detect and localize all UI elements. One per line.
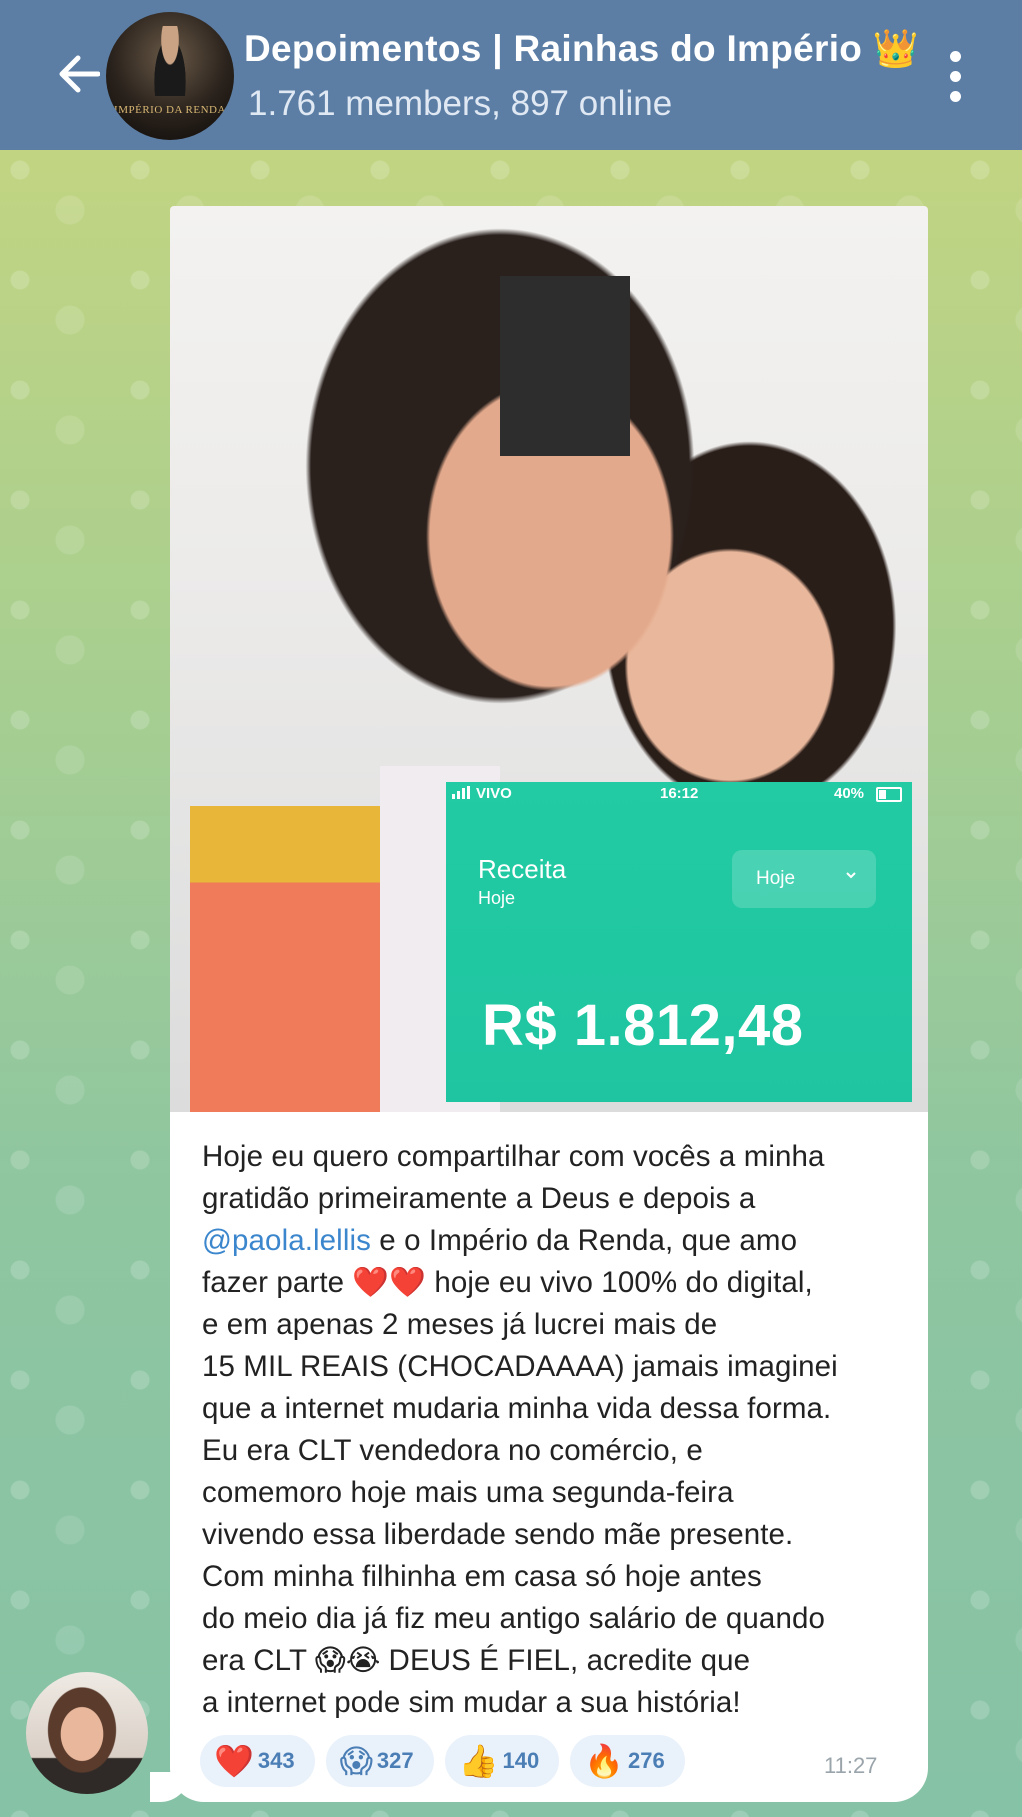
period-select: Hoje <box>732 850 876 908</box>
message-line: era CLT 😱😭 DEUS É FIEL, acredite que <box>202 1644 751 1677</box>
reaction-count: 276 <box>628 1748 665 1773</box>
reactions-bar: ❤️ 343 😱 327 👍 140 🔥 276 <box>200 1735 685 1787</box>
revenue-title: Receita <box>478 854 567 884</box>
scream-face-icon: 😱 <box>339 1743 373 1779</box>
back-button[interactable] <box>48 44 108 104</box>
signal-icon <box>452 786 470 799</box>
message-line: a internet pode sim mudar a sua história… <box>202 1686 741 1719</box>
message-line: e em apenas 2 meses já lucrei mais de <box>202 1308 718 1341</box>
more-options-button[interactable] <box>940 46 970 106</box>
message-line: 15 MIL REAIS (CHOCADAAAA) jamais imagine… <box>202 1350 838 1383</box>
period-select-value: Hoje <box>756 868 796 889</box>
message-line: comemoro hoje mais uma segunda-feira <box>202 1476 734 1509</box>
revenue-subtitle: Hoje <box>478 888 516 908</box>
group-member-count: 1.761 members, 897 online <box>248 84 673 123</box>
battery-percent: 40% <box>834 785 865 802</box>
mention-link[interactable]: @paola.lellis <box>202 1224 371 1257</box>
group-title[interactable]: Depoimentos | Rainhas do Império 👑 <box>244 28 919 71</box>
reaction-count: 140 <box>502 1748 540 1773</box>
message-text: Hoje eu quero compartilhar com vocês a m… <box>202 1136 920 1724</box>
revenue-screenshot: VIVO 16:12 40% Receita Hoje Hoje R$ 1.81… <box>446 782 912 1102</box>
photo-background-monitor <box>500 276 630 456</box>
message-line-rest: e o Império da Renda, que amo <box>371 1224 798 1257</box>
reaction-thumbs-up[interactable]: 👍 140 <box>444 1735 560 1787</box>
thumbs-up-icon: 👍 <box>458 1743 499 1779</box>
more-vertical-icon-dot <box>949 90 961 102</box>
message-time: 11:27 <box>824 1753 878 1778</box>
message-line: do meio dia já fiz meu antigo salário de… <box>202 1602 825 1635</box>
reaction-heart[interactable]: ❤️ 343 <box>200 1735 315 1787</box>
message-line: fazer parte ❤️❤️ hoje eu vivo 100% do di… <box>202 1266 813 1299</box>
carrier-label: VIVO <box>476 785 512 802</box>
arrow-left-icon <box>59 55 100 93</box>
reaction-scream[interactable]: 😱 327 <box>325 1735 434 1787</box>
message-line-mention: @paola.lellis e o Império da Renda, que … <box>202 1220 920 1262</box>
more-vertical-icon <box>949 50 961 62</box>
fire-icon: 🔥 <box>584 1743 625 1779</box>
group-avatar[interactable]: IMPÉRIO DA RENDA <box>106 12 234 140</box>
more-vertical-icon-dot <box>949 70 961 82</box>
sender-avatar[interactable] <box>26 1672 148 1794</box>
chevron-down-icon <box>846 872 856 879</box>
message-line: que a internet mudaria minha vida dessa … <box>202 1392 832 1425</box>
revenue-amount: R$ 1.812,48 <box>482 993 804 1058</box>
message-line: gratidão primeiramente a Deus e depois a <box>202 1182 756 1215</box>
battery-icon <box>876 787 902 802</box>
message-line: Hoje eu quero compartilhar com vocês a m… <box>202 1140 825 1173</box>
heart-icon: ❤️ <box>214 1743 254 1779</box>
chat-header: IMPÉRIO DA RENDA Depoimentos | Rainhas d… <box>0 0 1022 150</box>
phone-status-bar: VIVO 16:12 40% <box>446 782 912 804</box>
reaction-count: 327 <box>376 1748 414 1773</box>
message-line: Com minha filhinha em casa só hoje antes <box>202 1560 762 1593</box>
reaction-count: 343 <box>257 1748 295 1773</box>
reaction-fire[interactable]: 🔥 276 <box>570 1735 685 1787</box>
message-line: vivendo essa liberdade sendo mãe present… <box>202 1518 794 1551</box>
message-line: Eu era CLT vendedora no comércio, e <box>202 1434 703 1467</box>
status-clock: 16:12 <box>660 785 699 802</box>
avatar-figure <box>150 26 190 96</box>
avatar-logo-text: IMPÉRIO DA RENDA <box>114 104 226 116</box>
